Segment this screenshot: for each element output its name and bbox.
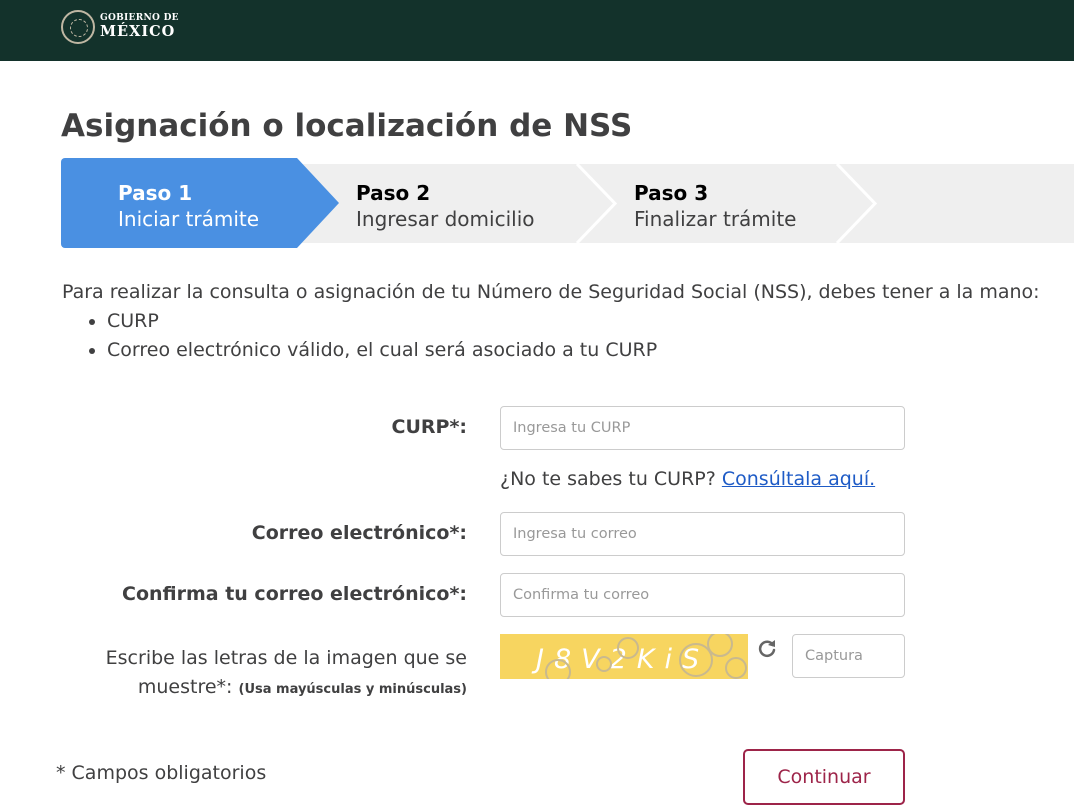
- confirm-email-input[interactable]: [500, 573, 905, 617]
- intro-section: Para realizar la consulta o asignación d…: [62, 278, 1040, 365]
- chevron-right-icon: [835, 164, 877, 243]
- step-2-name: Ingresar domicilio: [356, 207, 535, 231]
- step-1-name: Iniciar trámite: [118, 207, 260, 231]
- logo-text: GOBIERNO DE MÉXICO: [100, 14, 179, 40]
- email-label: Correo electrónico*:: [251, 522, 467, 544]
- logo-line2: MÉXICO: [100, 23, 176, 41]
- captcha-input[interactable]: [792, 634, 905, 678]
- step-2: Paso 2 Ingresar domicilio: [356, 180, 535, 232]
- step-2-number: Paso 2: [356, 181, 431, 205]
- step-3-name: Finalizar trámite: [634, 207, 797, 231]
- captcha-label: Escribe las letras de la imagen que se m…: [106, 644, 467, 704]
- requirements-list: CURP Correo electrónico válido, el cual …: [107, 307, 1040, 365]
- requirement-item: CURP: [107, 307, 1040, 336]
- captcha-image: J8V2KiS: [500, 634, 748, 679]
- mexico-seal-icon: [61, 10, 95, 44]
- refresh-icon[interactable]: [756, 637, 778, 659]
- required-fields-note: * Campos obligatorios: [56, 762, 267, 784]
- captcha-label-note: (Usa mayúsculas y minúsculas): [238, 682, 468, 697]
- step-3: Paso 3 Finalizar trámite: [634, 180, 797, 232]
- page-title: Asignación o localización de NSS: [61, 108, 633, 144]
- curp-help-text: ¿No te sabes tu CURP?: [500, 468, 716, 490]
- captcha-label-line2: muestre*:: [137, 676, 233, 698]
- step-1-number: Paso 1: [118, 181, 193, 205]
- captcha-label-line1: Escribe las letras de la imagen que se: [105, 647, 467, 669]
- step-3-number: Paso 3: [634, 181, 709, 205]
- chevron-right-icon: [575, 164, 617, 243]
- logo-line1: GOBIERNO DE: [100, 13, 179, 24]
- confirm-email-label: Confirma tu correo electrónico*:: [122, 583, 467, 605]
- continue-button[interactable]: Continuar: [743, 749, 905, 805]
- intro-text: Para realizar la consulta o asignación d…: [62, 281, 1040, 303]
- curp-label: CURP*:: [391, 416, 467, 438]
- curp-help: ¿No te sabes tu CURP? Consúltala aquí.: [500, 468, 875, 490]
- consult-curp-link[interactable]: Consúltala aquí.: [722, 468, 875, 490]
- requirement-item: Correo electrónico válido, el cual será …: [107, 336, 1040, 365]
- step-1: Paso 1 Iniciar trámite: [118, 180, 259, 232]
- top-navbar: GOBIERNO DE MÉXICO: [0, 0, 1074, 61]
- email-input[interactable]: [500, 512, 905, 556]
- curp-input[interactable]: [500, 406, 905, 450]
- gobierno-mexico-logo[interactable]: GOBIERNO DE MÉXICO: [61, 10, 179, 44]
